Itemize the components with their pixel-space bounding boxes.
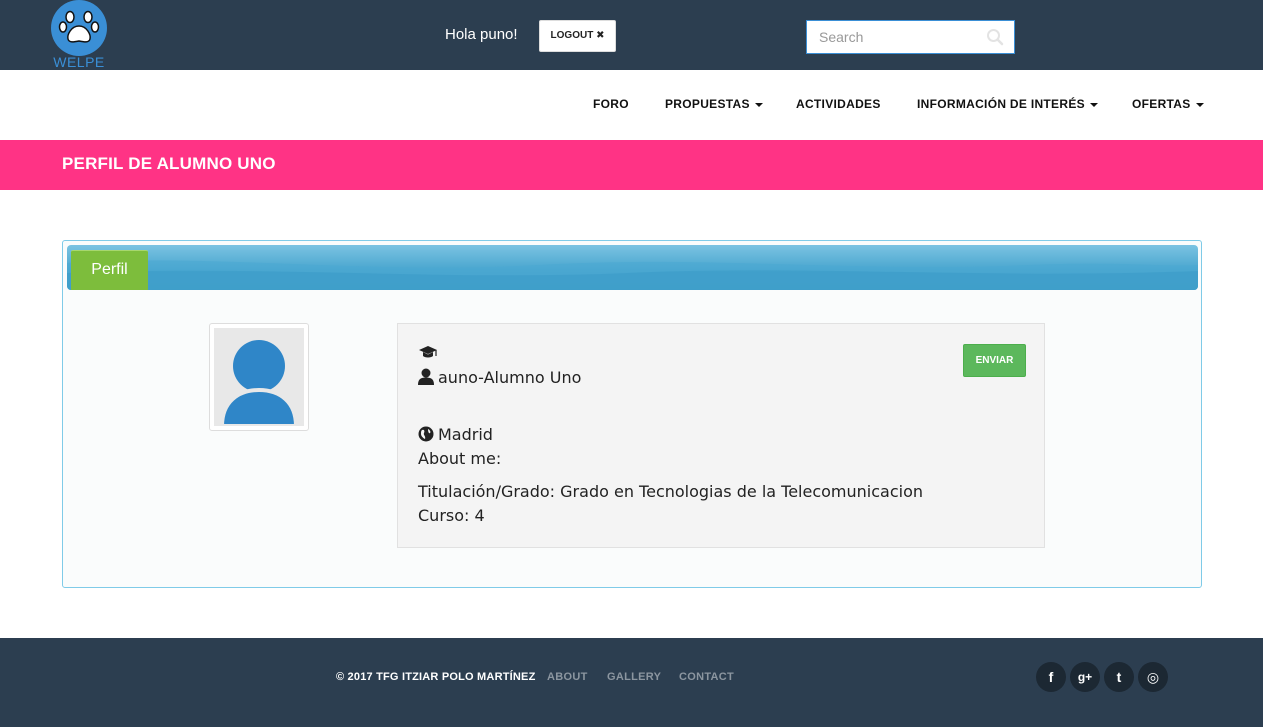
copyright-text: © 2017 TFG ITZIAR POLO MARTÍNEZ xyxy=(336,671,536,683)
nav-item-label: FORO xyxy=(593,97,629,111)
logo[interactable]: WELPE xyxy=(50,0,108,70)
username-text: auno-Alumno Uno xyxy=(438,368,582,387)
dribbble-icon[interactable]: ◎ xyxy=(1138,662,1168,692)
location-row: Madrid xyxy=(418,425,493,446)
facebook-icon[interactable]: f xyxy=(1036,662,1066,692)
caret-down-icon xyxy=(754,102,763,107)
avatar xyxy=(209,323,309,431)
caret-down-icon xyxy=(1089,102,1098,107)
location-text: Madrid xyxy=(438,425,493,444)
page-header: PERFIL DE ALUMNO UNO xyxy=(0,140,1263,190)
degree-text: Titulación/Grado: Grado en Tecnologias d… xyxy=(418,482,924,501)
profile-panel: Perfil auno-Alumno Uno Madrid About me: … xyxy=(62,240,1202,588)
enviar-button[interactable]: ENVIAR xyxy=(963,344,1026,377)
nav-item-ofertas[interactable]: OFERTAS xyxy=(1132,97,1204,111)
caret-down-icon xyxy=(1195,102,1204,107)
panel-header-bar xyxy=(67,245,1198,290)
user-icon xyxy=(418,368,434,389)
greeting-text: Hola puno! xyxy=(445,26,518,43)
logout-button[interactable]: LOGOUT ✖ xyxy=(539,20,616,52)
search-input[interactable] xyxy=(807,21,982,53)
user-silhouette-icon xyxy=(214,328,304,426)
globe-icon xyxy=(418,426,434,446)
search-icon[interactable] xyxy=(986,28,1004,46)
footer-link-gallery[interactable]: GALLERY xyxy=(607,671,661,683)
footer-link-contact[interactable]: CONTACT xyxy=(679,671,734,683)
nav-item-foro[interactable]: FORO xyxy=(593,97,629,111)
course-text: Curso: 4 xyxy=(418,506,485,525)
paw-icon xyxy=(51,0,107,56)
search-box xyxy=(806,20,1015,54)
footer-link-about[interactable]: ABOUT xyxy=(547,671,588,683)
nav-item-propuestas[interactable]: PROPUESTAS xyxy=(665,97,763,111)
username-row: auno-Alumno Uno xyxy=(418,368,581,389)
profile-info-box: auno-Alumno Uno Madrid About me: Titulac… xyxy=(397,323,1045,548)
nav-item-actividades[interactable]: ACTIVIDADES xyxy=(796,97,881,111)
nav-item-informacion[interactable]: INFORMACIÓN DE INTERÉS xyxy=(917,97,1098,111)
logo-text: WELPE xyxy=(53,54,105,70)
page-title: PERFIL DE ALUMNO UNO xyxy=(62,154,276,173)
graduation-cap-icon xyxy=(418,344,438,364)
twitter-icon[interactable]: t xyxy=(1104,662,1134,692)
nav-item-label: OFERTAS xyxy=(1132,97,1191,111)
nav-item-label: ACTIVIDADES xyxy=(796,97,881,111)
top-bar: WELPE Hola puno! LOGOUT ✖ xyxy=(0,0,1263,70)
main-nav: FORO PROPUESTAS ACTIVIDADES INFORMACIÓN … xyxy=(0,70,1263,140)
tab-perfil[interactable]: Perfil xyxy=(71,250,148,290)
google-plus-icon[interactable]: g+ xyxy=(1070,662,1100,692)
footer: © 2017 TFG ITZIAR POLO MARTÍNEZ ABOUT GA… xyxy=(0,638,1263,727)
nav-item-label: INFORMACIÓN DE INTERÉS xyxy=(917,97,1085,111)
nav-item-label: PROPUESTAS xyxy=(665,97,750,111)
about-text: About me: xyxy=(418,449,502,468)
